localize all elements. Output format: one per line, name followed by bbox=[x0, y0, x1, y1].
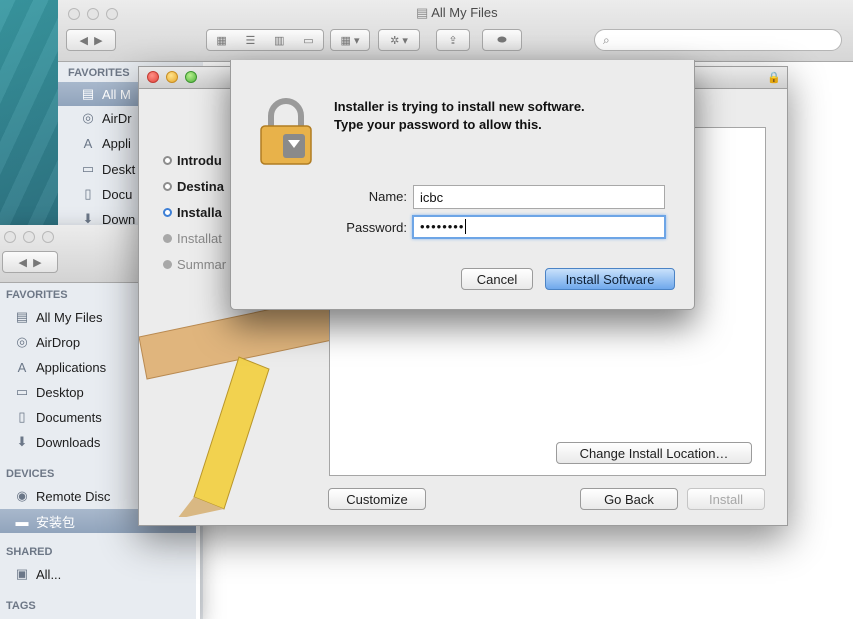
folder-icon: ▤ bbox=[416, 5, 429, 20]
name-label: Name: bbox=[368, 189, 407, 204]
installer-artwork bbox=[139, 296, 338, 517]
step-bullet-icon bbox=[163, 208, 172, 217]
list-view-icon[interactable]: ☰ bbox=[245, 34, 255, 47]
sidebar-item-airdrop[interactable]: ◎ AirDr bbox=[58, 106, 131, 130]
install-button[interactable]: Install bbox=[687, 488, 765, 510]
search-field[interactable]: ⌕ bbox=[594, 29, 842, 51]
step-summary: Summar bbox=[163, 257, 226, 272]
tags-button[interactable]: ⬬ bbox=[482, 29, 522, 51]
cancel-button[interactable]: Cancel bbox=[461, 268, 533, 290]
step-bullet-icon bbox=[163, 234, 172, 243]
window-title: ▤ All My Files bbox=[416, 5, 498, 20]
sidebar-item-desktop[interactable]: ▭ Desktop bbox=[0, 380, 84, 404]
dialog-message-line1: Installer is trying to install new softw… bbox=[334, 99, 585, 114]
share-button[interactable]: ⇪ bbox=[436, 29, 470, 51]
network-icon: ▣ bbox=[15, 566, 29, 581]
cover-flow-icon[interactable]: ▭ bbox=[303, 34, 313, 47]
install-software-button[interactable]: Install Software bbox=[545, 268, 675, 290]
airdrop-icon: ◎ bbox=[16, 334, 28, 349]
change-install-location-button[interactable]: Change Install Location… bbox=[556, 442, 752, 464]
disk-image-icon: ▬ bbox=[15, 513, 29, 529]
sidebar-item-documents[interactable]: ▯ Docu bbox=[58, 182, 132, 206]
action-button[interactable]: ✲ ▾ bbox=[378, 29, 420, 51]
airdrop-icon: ◎ bbox=[82, 110, 94, 125]
sidebar-item-airdrop[interactable]: ◎ AirDrop bbox=[0, 330, 80, 354]
window-controls-front bbox=[4, 231, 54, 243]
back-forward-buttons[interactable]: ◀ ▶ bbox=[66, 29, 116, 51]
sidebar-section-devices: DEVICES bbox=[6, 468, 55, 480]
sidebar-item-downloads[interactable]: ⬇ Downloads bbox=[0, 430, 101, 454]
disc-icon: ◉ bbox=[16, 488, 28, 503]
lock-icon: 🔒 bbox=[767, 72, 781, 84]
applications-icon: A bbox=[17, 359, 27, 375]
password-value: •••••••• bbox=[420, 219, 465, 234]
share-icon: ⇪ bbox=[448, 34, 458, 47]
arrange-icon: ▦ ▾ bbox=[340, 34, 360, 47]
step-introduction: Introdu bbox=[163, 153, 222, 168]
sidebar-item-desktop[interactable]: ▭ Deskt bbox=[58, 157, 135, 181]
finder-toolbar: ▤ All My Files ◀ ▶ ▦ ☰ ▥ ▭ ▦ ▾ ✲ ▾ ⇪ ⬬ ⌕ bbox=[58, 0, 853, 62]
forward-arrow-icon[interactable]: ▶ bbox=[33, 256, 41, 269]
sidebar-item-documents[interactable]: ▯ Documents bbox=[0, 405, 101, 429]
step-bullet-icon bbox=[163, 260, 172, 269]
authentication-dialog[interactable]: Installer is trying to install new softw… bbox=[230, 60, 695, 310]
forward-arrow-icon[interactable]: ▶ bbox=[94, 34, 102, 47]
column-view-icon[interactable]: ▥ bbox=[274, 34, 284, 47]
go-back-button[interactable]: Go Back bbox=[580, 488, 678, 510]
step-bullet-icon bbox=[163, 182, 172, 191]
tag-icon: ⬬ bbox=[497, 33, 507, 46]
zoom-button[interactable] bbox=[185, 71, 197, 83]
password-field[interactable]: •••••••• bbox=[412, 215, 666, 239]
applications-icon: A bbox=[83, 135, 93, 151]
all-files-icon: ▤ bbox=[81, 86, 95, 101]
close-button[interactable] bbox=[147, 71, 159, 83]
documents-icon: ▯ bbox=[18, 409, 26, 424]
pencil-body bbox=[193, 356, 270, 510]
window-controls bbox=[68, 8, 118, 20]
step-installation: Installat bbox=[163, 231, 222, 246]
documents-icon: ▯ bbox=[84, 186, 92, 201]
sidebar-item-remote-disc[interactable]: ◉ Remote Disc bbox=[0, 484, 110, 508]
back-arrow-icon[interactable]: ◀ bbox=[18, 256, 26, 269]
icon-view-icon[interactable]: ▦ bbox=[216, 34, 226, 47]
sidebar-section-shared: SHARED bbox=[6, 546, 53, 558]
minimize-button[interactable] bbox=[166, 71, 178, 83]
minimize-button[interactable] bbox=[87, 8, 99, 20]
dialog-message-line2: Type your password to allow this. bbox=[334, 117, 542, 132]
all-files-icon: ▤ bbox=[15, 309, 29, 324]
zoom-button[interactable] bbox=[106, 8, 118, 20]
step-destination: Destina bbox=[163, 179, 224, 194]
step-installation-type: Installa bbox=[163, 205, 222, 220]
sidebar-section-favorites: FAVORITES bbox=[6, 289, 68, 301]
name-field[interactable] bbox=[413, 185, 665, 209]
step-bullet-icon bbox=[163, 156, 172, 165]
close-button[interactable] bbox=[4, 231, 16, 243]
sidebar-item-applications[interactable]: A Appli bbox=[58, 131, 131, 155]
close-button[interactable] bbox=[68, 8, 80, 20]
back-arrow-icon[interactable]: ◀ bbox=[79, 34, 87, 47]
padlock-icon bbox=[260, 98, 312, 165]
text-cursor bbox=[465, 219, 467, 234]
desktop-icon: ▭ bbox=[81, 161, 95, 176]
arrange-button[interactable]: ▦ ▾ bbox=[330, 29, 370, 51]
minimize-button[interactable] bbox=[23, 231, 35, 243]
dialog-message: Installer is trying to install new softw… bbox=[334, 98, 674, 134]
downloads-icon: ⬇ bbox=[16, 434, 28, 449]
search-icon: ⌕ bbox=[603, 32, 610, 47]
sidebar-item-all-my-files[interactable]: ▤ All My Files bbox=[0, 305, 103, 329]
installer-window-controls bbox=[147, 71, 197, 83]
sidebar-item-shared-all[interactable]: ▣ All... bbox=[0, 562, 61, 586]
gear-icon: ✲ ▾ bbox=[390, 34, 408, 47]
customize-button[interactable]: Customize bbox=[328, 488, 426, 510]
sidebar-item-applications[interactable]: A Applications bbox=[0, 355, 106, 379]
password-label: Password: bbox=[346, 220, 407, 235]
back-forward-buttons-front[interactable]: ◀ ▶ bbox=[2, 251, 58, 273]
sidebar-section-favorites: FAVORITES bbox=[68, 67, 130, 79]
view-mode-buttons[interactable]: ▦ ☰ ▥ ▭ bbox=[206, 29, 324, 51]
desktop-icon: ▭ bbox=[15, 384, 29, 399]
zoom-button[interactable] bbox=[42, 231, 54, 243]
sidebar-section-tags: TAGS bbox=[6, 600, 36, 612]
